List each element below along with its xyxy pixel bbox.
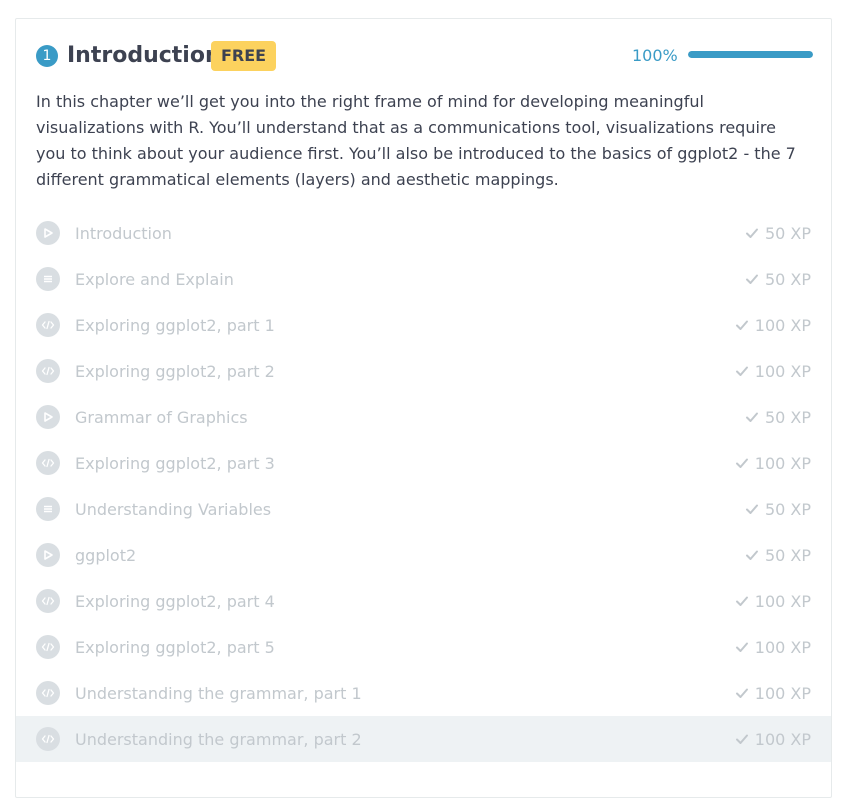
chapter-title[interactable]: Introduction: [67, 41, 221, 71]
exercise-xp-value: 100 XP: [754, 637, 811, 657]
exercise-xp-value: 100 XP: [754, 683, 811, 703]
exercise-xp: 100 XP: [735, 638, 811, 657]
chapter-description: In this chapter we’ll get you into the r…: [36, 92, 796, 189]
video-icon: [36, 543, 60, 567]
exercise-xp-value: 100 XP: [754, 729, 811, 749]
exercise-label: Exploring ggplot2, part 3: [75, 453, 275, 473]
exercise-row[interactable]: Exploring ggplot2, part 4 100 XP: [16, 578, 831, 624]
exercise-xp: 50 XP: [745, 546, 811, 565]
exercise-row[interactable]: ggplot2 50 XP: [16, 532, 831, 578]
checkmark-icon: [735, 365, 749, 377]
code-icon: [36, 451, 60, 475]
checkmark-icon: [735, 687, 749, 699]
exercise-xp-value: 100 XP: [754, 315, 811, 335]
exercise-xp: 50 XP: [745, 500, 811, 519]
exercise-row[interactable]: Grammar of Graphics 50 XP: [16, 394, 831, 440]
checkmark-icon: [745, 227, 759, 239]
exercise-xp-value: 50 XP: [764, 499, 811, 519]
checkmark-icon: [745, 549, 759, 561]
exercise-xp: 100 XP: [735, 592, 811, 611]
progress-bar: [688, 51, 813, 58]
exercise-label: Grammar of Graphics: [75, 407, 248, 427]
exercise-label: Understanding Variables: [75, 499, 272, 519]
exercise-xp-value: 100 XP: [754, 453, 811, 473]
exercise-xp-value: 50 XP: [764, 407, 811, 427]
code-icon: [36, 313, 60, 337]
code-icon: [36, 681, 60, 705]
chapter-card: 1 Introduction FREE 100% In this chapter…: [15, 18, 832, 798]
chapter-number-badge: 1: [36, 45, 58, 67]
checkmark-icon: [745, 273, 759, 285]
exercise-row[interactable]: Understanding Variables 50 XP: [16, 486, 831, 532]
free-badge: FREE: [211, 41, 277, 71]
multiple-choice-icon: [36, 497, 60, 521]
exercise-row[interactable]: Understanding the grammar, part 2 100 XP: [16, 716, 831, 762]
multiple-choice-icon: [36, 267, 60, 291]
exercise-xp: 50 XP: [745, 270, 811, 289]
checkmark-icon: [745, 503, 759, 515]
exercise-xp: 100 XP: [735, 362, 811, 381]
video-icon: [36, 405, 60, 429]
exercise-row[interactable]: Exploring ggplot2, part 1 100 XP: [16, 302, 831, 348]
exercise-label: Exploring ggplot2, part 1: [75, 315, 275, 335]
exercise-xp-value: 100 XP: [754, 591, 811, 611]
exercise-label: Exploring ggplot2, part 5: [75, 637, 275, 657]
exercise-row[interactable]: Exploring ggplot2, part 3 100 XP: [16, 440, 831, 486]
checkmark-icon: [745, 411, 759, 423]
chapter-header: 1 Introduction FREE 100%: [16, 19, 831, 91]
progress-percent: 100%: [632, 46, 678, 65]
exercise-label: Understanding the grammar, part 2: [75, 729, 362, 749]
exercise-label: Explore and Explain: [75, 269, 234, 289]
exercise-row[interactable]: Introduction 50 XP: [16, 210, 831, 256]
exercise-row[interactable]: Understanding the grammar, part 1 100 XP: [16, 670, 831, 716]
exercise-xp: 100 XP: [735, 454, 811, 473]
exercise-xp: 50 XP: [745, 408, 811, 427]
exercise-list: Introduction 50 XP Explore and Explain 50 X…: [16, 210, 831, 762]
checkmark-icon: [735, 641, 749, 653]
video-icon: [36, 221, 60, 245]
exercise-xp-value: 50 XP: [764, 545, 811, 565]
code-icon: [36, 727, 60, 751]
code-icon: [36, 635, 60, 659]
exercise-label: Exploring ggplot2, part 4: [75, 591, 275, 611]
checkmark-icon: [735, 595, 749, 607]
checkmark-icon: [735, 733, 749, 745]
exercise-row[interactable]: Explore and Explain 50 XP: [16, 256, 831, 302]
checkmark-icon: [735, 457, 749, 469]
exercise-xp-value: 50 XP: [764, 223, 811, 243]
exercise-xp: 100 XP: [735, 316, 811, 335]
exercise-label: Introduction: [75, 223, 172, 243]
checkmark-icon: [735, 319, 749, 331]
code-icon: [36, 359, 60, 383]
progress-bar-fill: [688, 51, 813, 58]
exercise-row[interactable]: Exploring ggplot2, part 5 100 XP: [16, 624, 831, 670]
exercise-xp: 100 XP: [735, 730, 811, 749]
exercise-row[interactable]: Exploring ggplot2, part 2 100 XP: [16, 348, 831, 394]
exercise-xp: 100 XP: [735, 684, 811, 703]
exercise-xp: 50 XP: [745, 224, 811, 243]
exercise-xp-value: 100 XP: [754, 361, 811, 381]
exercise-label: ggplot2: [75, 545, 137, 565]
exercise-xp-value: 50 XP: [764, 269, 811, 289]
exercise-label: Exploring ggplot2, part 2: [75, 361, 275, 381]
code-icon: [36, 589, 60, 613]
exercise-label: Understanding the grammar, part 1: [75, 683, 362, 703]
